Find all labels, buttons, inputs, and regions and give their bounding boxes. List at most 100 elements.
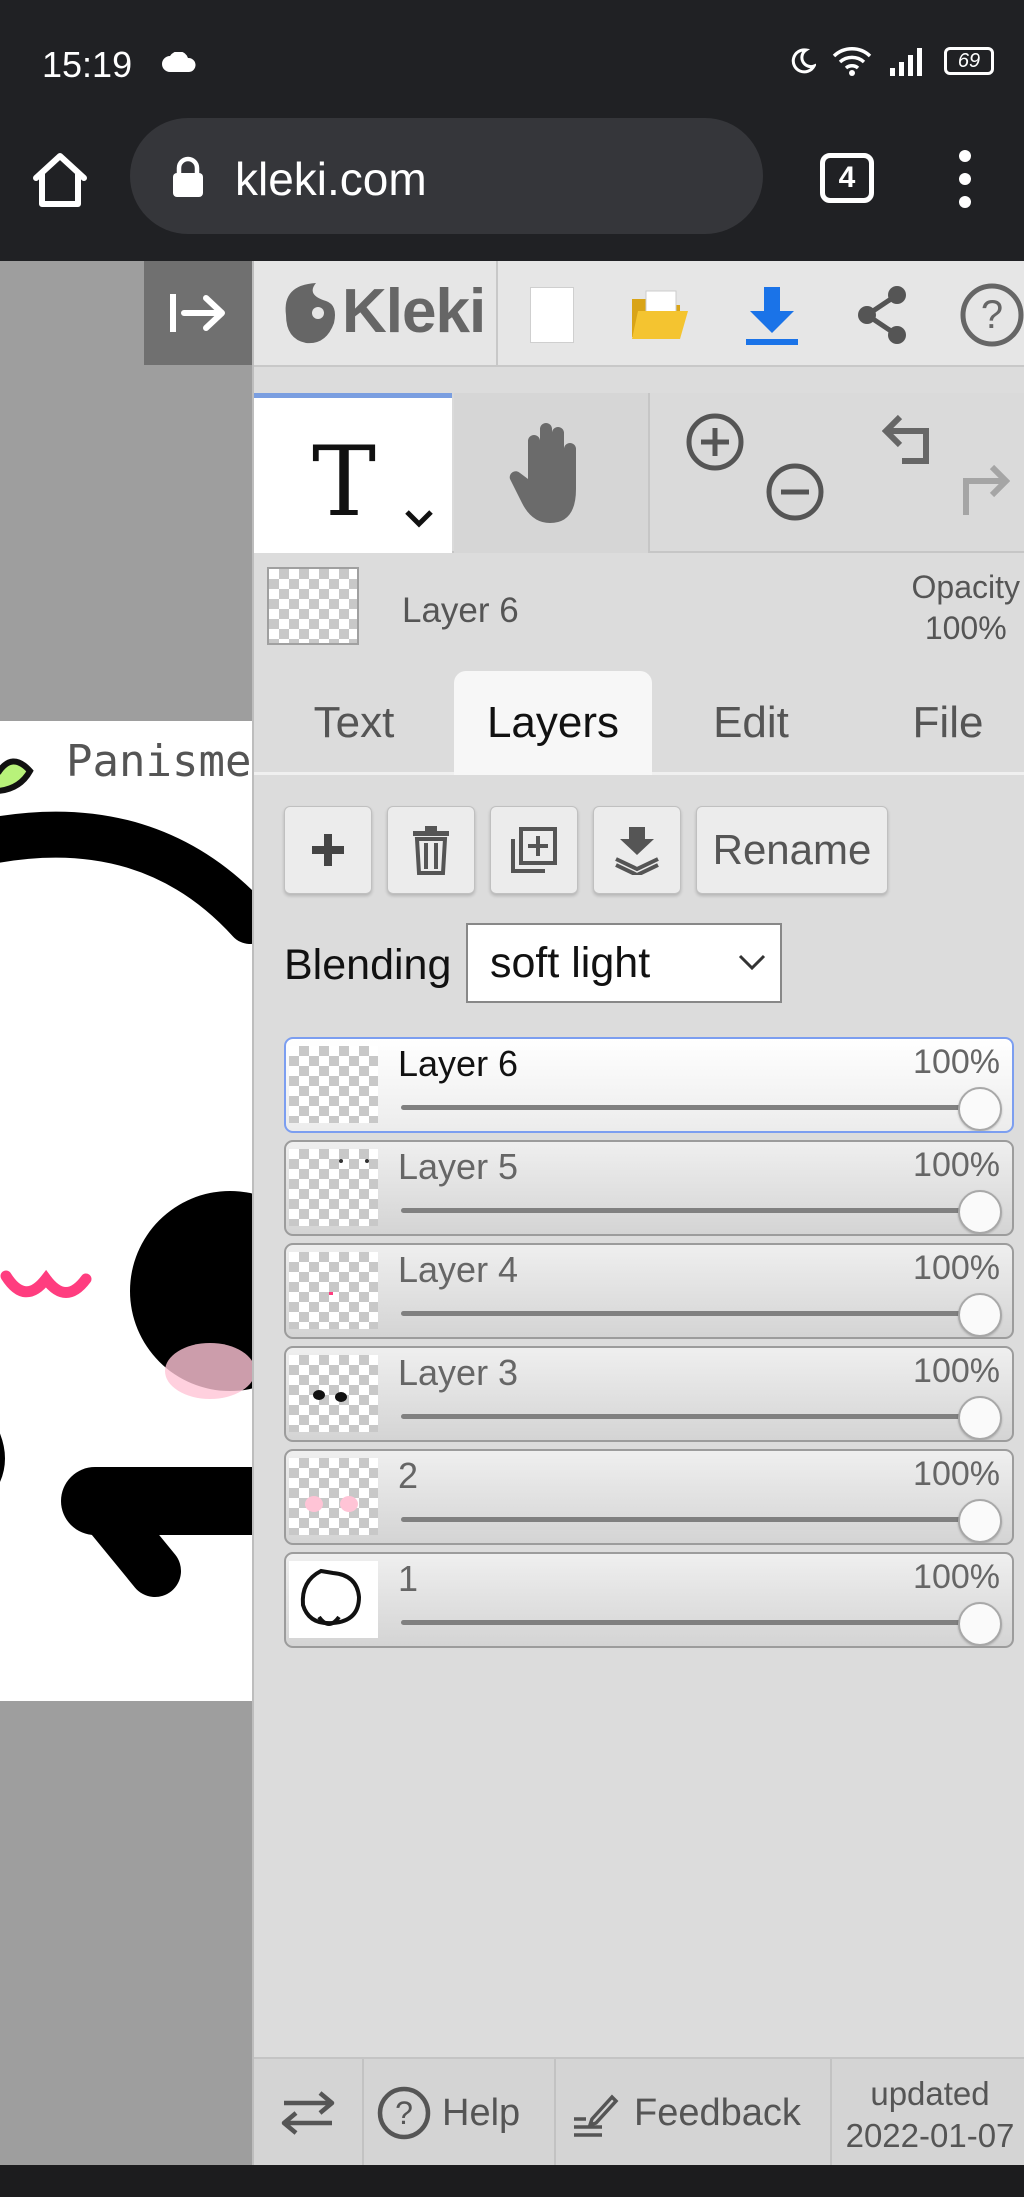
help-link[interactable]: ? Help <box>376 2059 520 2165</box>
url-text: kleki.com <box>235 153 427 205</box>
updated-date: 2022-01-07 <box>845 2117 1015 2154</box>
duplicate-layer-button[interactable] <box>490 806 578 894</box>
svg-text:?: ? <box>395 2095 413 2131</box>
question-icon: ? <box>960 283 1024 347</box>
layer-opacity-slider[interactable] <box>401 1517 991 1522</box>
download-icon <box>746 287 798 345</box>
swap-side-button[interactable] <box>280 2059 336 2165</box>
share-icon <box>858 286 906 344</box>
layer-item[interactable]: 1 100% <box>284 1552 1014 1648</box>
help-label: Help <box>442 2091 521 2134</box>
layer-opacity: 100% <box>913 1146 1000 1184</box>
tab-file[interactable]: File <box>850 671 1024 775</box>
opacity-value: 100% <box>924 610 1007 646</box>
delete-layer-button[interactable] <box>387 806 475 894</box>
moon-icon <box>791 48 816 74</box>
help-button[interactable]: ? <box>956 279 1024 351</box>
slider-knob[interactable] <box>958 1087 1002 1131</box>
tab-edit[interactable]: Edit <box>652 671 850 775</box>
browser-menu-icon[interactable] <box>950 150 980 210</box>
layer-actions: Rename <box>254 806 1024 896</box>
kleki-logo[interactable]: Kleki <box>276 275 486 347</box>
feedback-label: Feedback <box>634 2091 801 2134</box>
question-icon: ? <box>377 2086 431 2140</box>
text-tool-icon: T <box>312 426 377 538</box>
layer-thumbnail <box>289 1355 378 1432</box>
chevron-down-icon <box>738 954 766 971</box>
current-layer-thumbnail <box>267 567 359 645</box>
address-bar[interactable]: kleki.com <box>130 118 763 234</box>
kleki-logo-icon <box>285 283 335 344</box>
text-tool-button[interactable]: T <box>254 393 452 553</box>
layer-name: Layer 3 <box>398 1352 519 1393</box>
blending-select[interactable]: soft light <box>466 923 782 1003</box>
slider-knob[interactable] <box>958 1396 1002 1440</box>
panda-drawing <box>0 758 252 1597</box>
tab-layers[interactable]: Layers <box>454 671 652 775</box>
home-icon[interactable] <box>28 148 92 212</box>
chevron-down-icon[interactable] <box>404 508 434 528</box>
blending-row: Blending soft light <box>254 923 1024 1005</box>
zoom-out-icon[interactable] <box>764 461 826 523</box>
drawing-canvas[interactable]: Panisme <box>0 721 252 1701</box>
canvas-area[interactable]: Panisme <box>0 261 252 2165</box>
current-layer-opacity: Opacity 100% <box>912 567 1020 649</box>
updated-label: updated <box>870 2075 990 2112</box>
blending-label: Blending <box>284 941 452 989</box>
layer-opacity-slider[interactable] <box>401 1414 991 1419</box>
tab-text[interactable]: Text <box>254 671 454 775</box>
layer-opacity: 100% <box>913 1043 1000 1081</box>
share-button[interactable] <box>846 279 918 351</box>
layer-name: Layer 6 <box>398 1043 519 1084</box>
arrow-right-bar-icon <box>170 294 225 332</box>
status-bar: 15:19 69 <box>0 0 1024 118</box>
blending-value: soft light <box>490 938 651 987</box>
layer-opacity: 100% <box>913 1249 1000 1287</box>
tool-panel: Kleki ? T Layer 6 Opacity 100% Text Laye… <box>252 261 1024 2165</box>
battery-level: 69 <box>957 49 981 72</box>
feedback-link[interactable]: Feedback <box>572 2059 801 2165</box>
collapse-panel-button[interactable] <box>144 261 252 365</box>
new-image-button[interactable] <box>516 279 588 351</box>
add-layer-button[interactable] <box>284 806 372 894</box>
open-file-button[interactable] <box>624 279 696 351</box>
duplicate-icon <box>511 827 557 873</box>
layer-opacity: 100% <box>913 1558 1000 1596</box>
tab-count: 4 <box>838 161 856 194</box>
undo-icon[interactable] <box>882 411 938 471</box>
browser-toolbar: kleki.com 4 <box>0 118 1024 261</box>
status-time: 15:19 <box>42 44 133 85</box>
layer-opacity-slider[interactable] <box>401 1208 991 1213</box>
layer-item[interactable]: Layer 5 100% <box>284 1140 1014 1236</box>
cloud-icon <box>162 52 196 72</box>
new-page-icon <box>530 287 574 343</box>
slider-knob[interactable] <box>958 1602 1002 1646</box>
battery-indicator: 69 <box>944 47 994 75</box>
layer-opacity-slider[interactable] <box>401 1105 991 1110</box>
merge-layer-button[interactable] <box>593 806 681 894</box>
panel-footer: ? Help Feedback updated 2022-01-07 <box>254 2057 1024 2165</box>
signal-icon <box>890 48 922 76</box>
layer-name: Layer 5 <box>398 1146 519 1187</box>
tab-switcher-button[interactable]: 4 <box>820 153 874 203</box>
hand-tool-button[interactable] <box>454 393 650 553</box>
slider-knob[interactable] <box>958 1190 1002 1234</box>
layer-name: 1 <box>398 1558 419 1599</box>
rename-layer-button[interactable]: Rename <box>696 806 888 894</box>
layer-opacity-slider[interactable] <box>401 1311 991 1316</box>
layer-item[interactable]: Layer 6 100% <box>284 1037 1014 1133</box>
svg-text:?: ? <box>981 293 1003 337</box>
layer-item[interactable]: Layer 4 100% <box>284 1243 1014 1339</box>
layer-opacity-slider[interactable] <box>401 1620 991 1625</box>
merge-down-icon <box>615 827 659 875</box>
current-layer-name: Layer 6 <box>402 591 519 630</box>
trash-icon <box>413 826 449 875</box>
slider-knob[interactable] <box>958 1293 1002 1337</box>
layer-item[interactable]: 2 100% <box>284 1449 1014 1545</box>
slider-knob[interactable] <box>958 1499 1002 1543</box>
zoom-in-icon[interactable] <box>684 411 746 473</box>
download-button[interactable] <box>736 279 808 351</box>
redo-icon[interactable] <box>954 461 1010 521</box>
layer-name: Layer 4 <box>398 1249 519 1290</box>
layer-item[interactable]: Layer 3 100% <box>284 1346 1014 1442</box>
